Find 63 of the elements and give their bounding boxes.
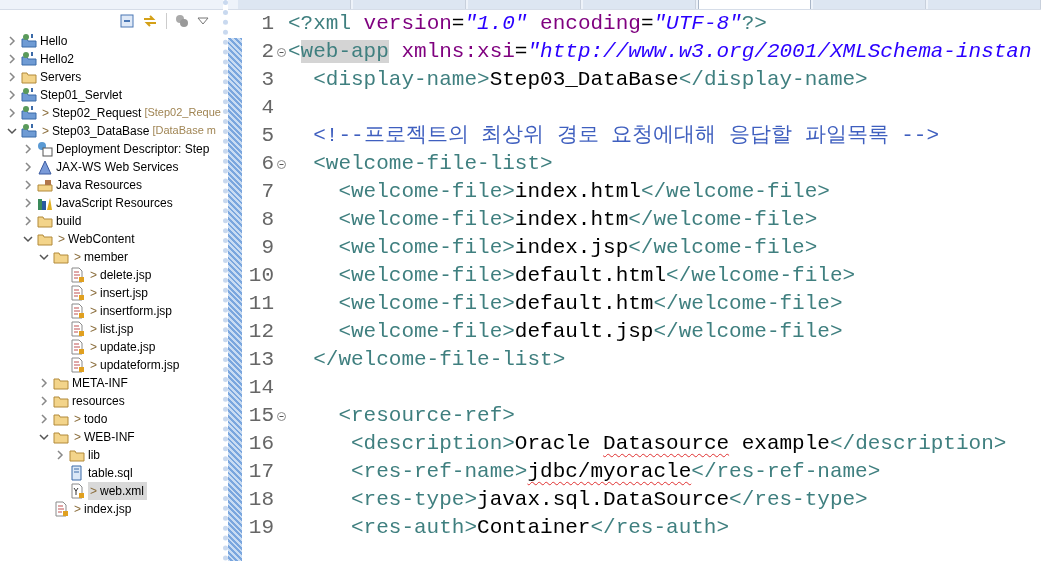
tree-item[interactable]: > member bbox=[72, 248, 129, 266]
tree-item[interactable]: > list.jsp bbox=[88, 320, 134, 338]
tree-item[interactable]: build bbox=[56, 212, 82, 230]
line-number: 3 bbox=[260, 67, 274, 94]
line-number: 16 bbox=[247, 431, 274, 458]
code-line: <welcome-file>default.html</welcome-file> bbox=[337, 263, 856, 290]
tree-item[interactable]: JAX-WS Web Services bbox=[56, 158, 179, 176]
tree-item[interactable]: JavaScript Resources bbox=[56, 194, 173, 212]
code-line: <welcome-file>index.jsp</welcome-file> bbox=[337, 235, 818, 262]
tree-item[interactable]: > WebContent bbox=[56, 230, 135, 248]
tree-item[interactable]: Java Resources bbox=[56, 176, 143, 194]
code-line: <!--프로젝트의 최상위 경로 요청에대해 응답할 파일목록 --> bbox=[312, 123, 940, 150]
line-number: 17 bbox=[247, 459, 274, 486]
tree-item[interactable]: resources bbox=[72, 392, 125, 410]
tree-item[interactable]: > todo bbox=[72, 410, 108, 428]
tree-item[interactable]: > updateform.jsp bbox=[88, 356, 180, 374]
line-number: 18 bbox=[247, 487, 274, 514]
line-number: 19 bbox=[247, 515, 274, 542]
tree-item[interactable]: > web.xml bbox=[88, 482, 148, 500]
code-line: <welcome-file-list> bbox=[312, 151, 553, 178]
tree-item[interactable]: Deployment Descriptor: Step bbox=[56, 140, 210, 158]
line-number: 1 bbox=[260, 11, 274, 38]
line-number: 6 bbox=[260, 151, 274, 178]
tree-item[interactable]: > Step02_Request [Step02_Reque bbox=[40, 104, 221, 122]
line-number: 10 bbox=[247, 263, 274, 290]
code-line: <res-auth>Container</res-auth> bbox=[350, 515, 730, 542]
tree-item[interactable]: > WEB-INF bbox=[72, 428, 135, 446]
code-line: <welcome-file>index.htm</welcome-file> bbox=[337, 207, 818, 234]
line-number: 8 bbox=[260, 207, 274, 234]
code-line: <?xml version="1.0" encoding="UTF-8"?> bbox=[288, 11, 767, 38]
line-number: 5 bbox=[260, 123, 274, 150]
line-number: 12 bbox=[247, 319, 274, 346]
tree-item[interactable]: > update.jsp bbox=[88, 338, 156, 356]
line-number: 2 bbox=[260, 39, 274, 66]
line-number: 7 bbox=[260, 179, 274, 206]
tree-item[interactable]: > insertform.jsp bbox=[88, 302, 173, 320]
code-line: <welcome-file>default.htm</welcome-file> bbox=[337, 291, 843, 318]
code-line: <resource-ref> bbox=[337, 403, 515, 430]
line-number: 9 bbox=[260, 235, 274, 262]
tree-item[interactable]: lib bbox=[88, 446, 100, 464]
tree-item[interactable]: Hello2 bbox=[40, 50, 75, 68]
code-line: <welcome-file>index.html</welcome-file> bbox=[337, 179, 830, 206]
code-line: <web-app xmlns:xsi="http://www.w3.org/2001/XMLSchema-instan bbox=[288, 39, 1032, 66]
code-line: </welcome-file-list> bbox=[312, 347, 566, 374]
code-line: <display-name>Step03_DataBase</display-name> bbox=[312, 67, 868, 94]
line-number: 14 bbox=[247, 375, 274, 402]
line-number: 13 bbox=[247, 347, 274, 374]
code-line: <res-ref-name>jdbc/myoracle</res-ref-name> bbox=[350, 459, 881, 486]
line-number: 11 bbox=[247, 291, 274, 318]
tree-item[interactable]: > insert.jsp bbox=[88, 284, 149, 302]
code-line: <description>Oracle Datasource example</description> bbox=[350, 431, 1007, 458]
tree-item[interactable]: Servers bbox=[40, 68, 82, 86]
tree-item[interactable]: > delete.jsp bbox=[88, 266, 152, 284]
tree-item[interactable]: META-INF bbox=[72, 374, 128, 392]
tree-item[interactable]: Step01_Servlet bbox=[40, 86, 123, 104]
tree-item[interactable]: Hello bbox=[40, 32, 68, 50]
tree-item[interactable]: > index.jsp bbox=[72, 500, 132, 518]
code-line: <welcome-file>default.jsp</welcome-file> bbox=[337, 319, 843, 346]
code-line: <res-type>javax.sql.DataSource</res-type> bbox=[350, 487, 868, 514]
line-number: 15 bbox=[247, 403, 274, 430]
line-number: 4 bbox=[260, 95, 274, 122]
tree-item[interactable]: > Step03_DataBase [DataBase m bbox=[40, 122, 216, 140]
tree-item[interactable]: table.sql bbox=[88, 464, 133, 482]
